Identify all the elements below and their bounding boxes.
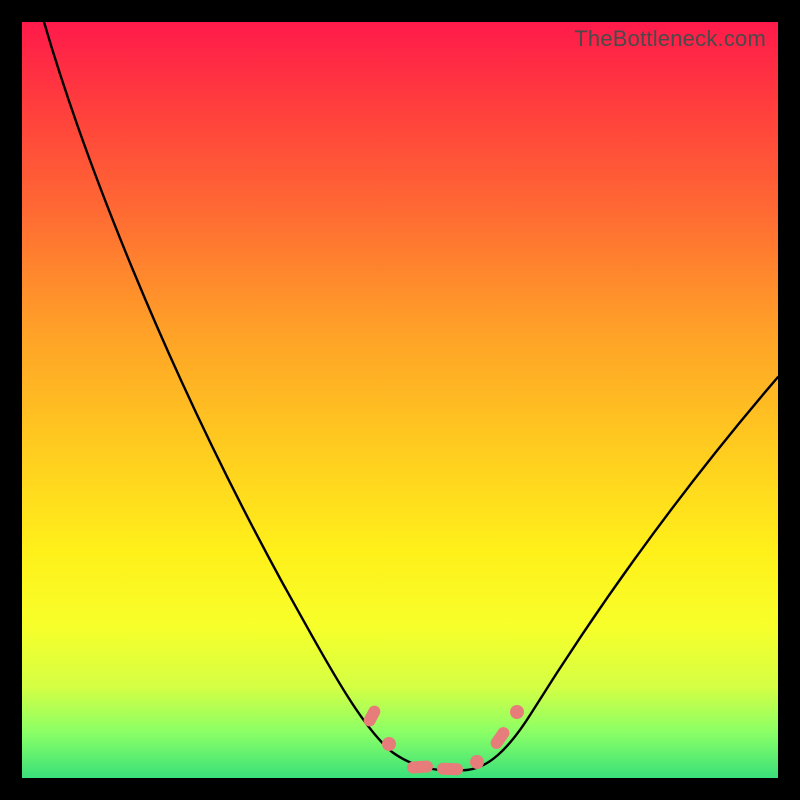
plot-area: TheBottleneck.com bbox=[22, 22, 778, 778]
marker-pill bbox=[407, 760, 434, 774]
chart-frame: TheBottleneck.com bbox=[0, 0, 800, 800]
marker-dot bbox=[382, 737, 396, 751]
chart-svg bbox=[22, 22, 778, 778]
marker-pill bbox=[488, 725, 512, 752]
marker-dot bbox=[510, 705, 524, 719]
marker-pill bbox=[437, 763, 463, 776]
curve-markers bbox=[362, 703, 524, 775]
bottleneck-curve bbox=[44, 22, 778, 771]
marker-pill bbox=[362, 703, 383, 728]
marker-dot bbox=[470, 755, 484, 769]
